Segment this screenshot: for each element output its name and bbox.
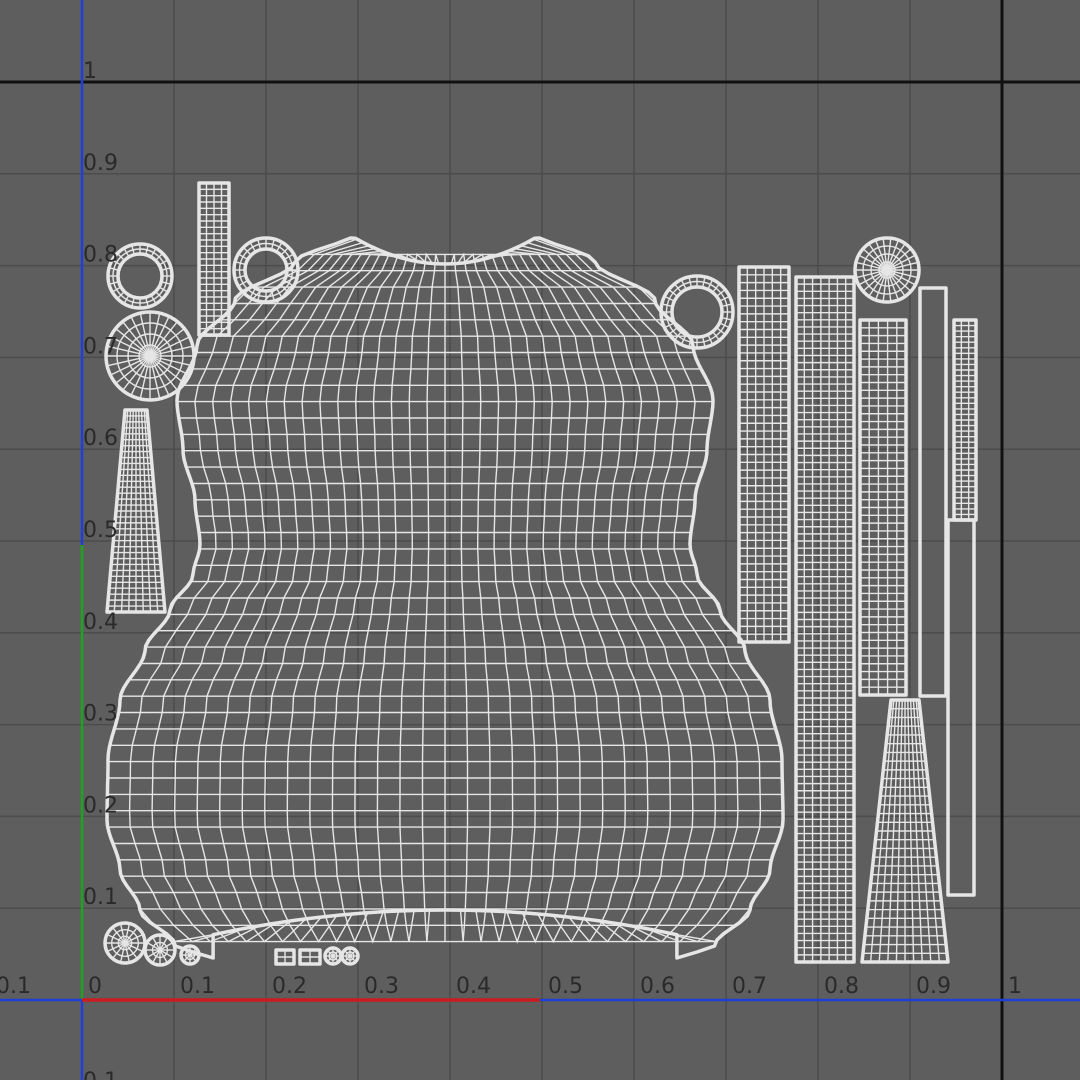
v-tick-label: 0.3 bbox=[83, 702, 118, 727]
disc-shell[interactable] bbox=[103, 921, 147, 965]
disc-spoke bbox=[332, 949, 340, 957]
uv-canvas[interactable]: 0.1 0 0.1 0.2 0.3 0.4 0.5 0.6 0.7 0.8 0.9 1 1 0.9 0.8 0… bbox=[0, 0, 1080, 1080]
disc-shell[interactable] bbox=[853, 236, 921, 304]
u-tick-label: 0.6 bbox=[640, 974, 675, 999]
disc-spoke bbox=[343, 955, 351, 963]
strip-shell[interactable] bbox=[858, 318, 908, 697]
ring-spoke bbox=[123, 294, 130, 305]
strip-edge bbox=[946, 518, 976, 897]
v-tick-label: 0.4 bbox=[83, 610, 118, 635]
u-tick-label: 0.2 bbox=[272, 974, 307, 999]
ring-spoke bbox=[237, 279, 249, 287]
ring-spoke bbox=[150, 294, 157, 305]
v-tick-label: 0.1 bbox=[83, 1069, 118, 1080]
strip-shell[interactable] bbox=[794, 275, 856, 964]
ring-spoke bbox=[237, 253, 249, 261]
u-tick-label: 0.4 bbox=[456, 974, 491, 999]
strip-shell[interactable] bbox=[918, 286, 948, 698]
ring-spoke bbox=[150, 247, 157, 258]
disc-spoke bbox=[183, 954, 191, 962]
disc-shell[interactable] bbox=[104, 310, 196, 402]
disc-shell[interactable] bbox=[340, 946, 360, 966]
u-tick-label: 0.7 bbox=[732, 974, 767, 999]
u-tick-label: 1 bbox=[1008, 974, 1022, 999]
v-tick-label: 0.5 bbox=[83, 518, 118, 543]
v-tick-label: 0.6 bbox=[83, 426, 118, 451]
ring-mid-edge bbox=[665, 280, 729, 344]
u-tick-label: 0.3 bbox=[364, 974, 399, 999]
disc-shell[interactable] bbox=[179, 944, 201, 966]
disc-shell[interactable] bbox=[143, 933, 177, 967]
disc-shell[interactable] bbox=[323, 946, 343, 966]
ring-spoke bbox=[249, 241, 257, 253]
strip-edge bbox=[918, 286, 948, 698]
ring-spoke bbox=[275, 241, 283, 253]
strip-shell[interactable] bbox=[952, 318, 978, 522]
ring-shell[interactable] bbox=[659, 274, 735, 350]
strip-shell[interactable] bbox=[737, 265, 791, 644]
ring-spoke bbox=[111, 286, 122, 293]
ring-spoke bbox=[158, 259, 169, 266]
disc-spoke bbox=[189, 954, 197, 962]
u-tick-label: 0.1 bbox=[180, 974, 215, 999]
u-tick-label: 0.5 bbox=[548, 974, 583, 999]
strip-shell[interactable] bbox=[298, 948, 322, 966]
ring-spoke bbox=[123, 247, 130, 258]
strip-shell[interactable] bbox=[946, 518, 976, 897]
ring-inner-edge bbox=[116, 252, 164, 300]
disc-spoke bbox=[326, 949, 334, 957]
v-tick-label: 1 bbox=[83, 59, 97, 84]
body-column-edge bbox=[173, 245, 370, 943]
uv-shells[interactable] bbox=[103, 181, 978, 967]
disc-spoke bbox=[343, 949, 351, 957]
ring-spoke bbox=[275, 287, 283, 299]
ring-spoke bbox=[283, 253, 295, 261]
v-tick-label: 0.2 bbox=[83, 793, 118, 818]
u-tick-label: 0.9 bbox=[916, 974, 951, 999]
v-tick-label: 0.7 bbox=[83, 334, 118, 359]
v-tick-label: 0.1 bbox=[83, 885, 118, 910]
disc-spoke bbox=[332, 955, 340, 963]
strip-shell[interactable] bbox=[197, 181, 231, 337]
ring-inner-edge bbox=[670, 285, 724, 339]
body-column-edge bbox=[520, 245, 717, 943]
disc-spoke bbox=[349, 955, 357, 963]
tapered-strip-shell[interactable] bbox=[860, 698, 950, 964]
u-tick-label: 0 bbox=[88, 974, 102, 999]
u-tick-label: 0.1 bbox=[0, 974, 31, 999]
u-tick-label: 0.8 bbox=[824, 974, 859, 999]
v-tick-label: 0.8 bbox=[83, 243, 118, 268]
disc-spoke bbox=[349, 949, 357, 957]
disc-spoke bbox=[326, 955, 334, 963]
ring-spoke bbox=[158, 286, 169, 293]
v-tick-label: 0.9 bbox=[83, 151, 118, 176]
uv-editor-viewport[interactable]: 0.1 0 0.1 0.2 0.3 0.4 0.5 0.6 0.7 0.8 0.9 1 1 0.9 0.8 0… bbox=[0, 0, 1080, 1080]
strip-shell[interactable] bbox=[274, 948, 296, 966]
